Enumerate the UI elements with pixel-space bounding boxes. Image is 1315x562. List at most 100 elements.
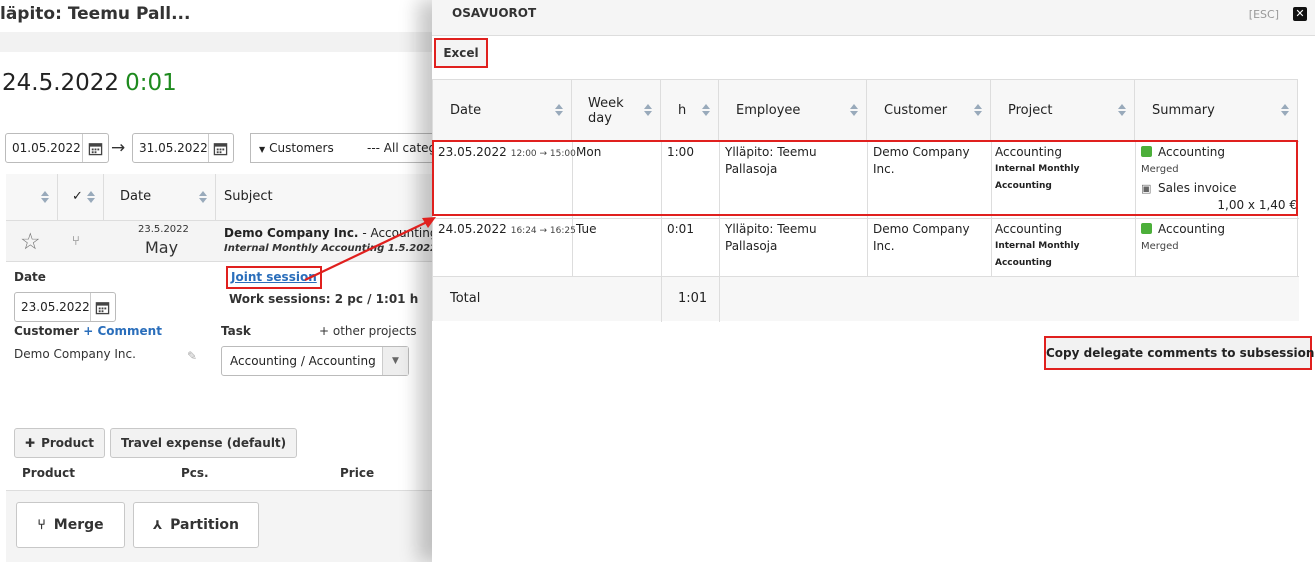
calendar-icon[interactable] <box>89 293 115 321</box>
sort-icon <box>199 191 207 203</box>
row1-summary-task: Accounting <box>1158 145 1226 159</box>
date-input-value: 23.05.2022 <box>21 300 90 314</box>
partition-icon: ⅄ <box>153 518 163 532</box>
col-header-date[interactable]: Date <box>433 80 572 141</box>
row1-project-sub: Internal Monthly Accounting <box>995 164 1080 191</box>
sort-icon <box>1281 104 1289 116</box>
task-select-value: Accounting / Accounting <box>230 354 376 368</box>
divider <box>433 276 1299 277</box>
total-value: 1:01 <box>678 291 708 306</box>
row1-weekday: Mon <box>576 145 602 159</box>
filter-start-date[interactable]: 01.05.2022 <box>5 133 109 163</box>
row2-project: Accounting Internal Monthly Accounting <box>995 221 1130 272</box>
add-product-button[interactable]: ✚ Product <box>14 428 106 458</box>
row2-project-name: Accounting <box>995 222 1063 236</box>
divider <box>867 141 868 276</box>
col-header-date[interactable]: Date <box>104 174 216 220</box>
star-icon[interactable]: ☆ <box>20 229 41 255</box>
row-subject: Demo Company Inc. - Accounting <box>224 226 437 240</box>
sort-icon <box>702 104 710 116</box>
calendar-icon[interactable] <box>207 134 233 162</box>
divider <box>719 141 720 322</box>
row1-project-name: Accounting <box>995 145 1063 159</box>
row-subject-company: Demo Company Inc. <box>224 226 359 240</box>
col-header-weekday[interactable]: Week day <box>572 80 661 141</box>
work-sessions-summary: Work sessions: 2 pc / 1:01 h <box>229 292 419 306</box>
day-duration: 0:01 <box>125 70 177 96</box>
col-header-subject[interactable]: Subject <box>216 174 440 220</box>
other-projects-link[interactable]: + other projects <box>319 324 417 338</box>
add-product-label: Product <box>41 436 95 450</box>
filter-end-date[interactable]: 31.05.2022 <box>132 133 234 163</box>
add-comment-link[interactable]: + Comment <box>83 324 162 338</box>
task-select[interactable]: Accounting / Accounting ▼ <box>221 346 409 376</box>
close-icon[interactable]: ✕ <box>1293 7 1307 21</box>
excel-button[interactable]: Excel <box>434 38 488 68</box>
row1-employee: Ylläpito: Teemu Pallasoja <box>725 145 817 176</box>
row2-project-sub: Internal Monthly Accounting <box>995 241 1080 268</box>
divider <box>661 141 662 322</box>
filter-end-value: 31.05.2022 <box>139 141 208 155</box>
col-header-star[interactable] <box>6 174 58 220</box>
row1-summary-invoice: Sales invoice <box>1158 181 1237 195</box>
sort-icon <box>1118 104 1126 116</box>
travel-expense-button[interactable]: Travel expense (default) <box>110 428 298 458</box>
merge-button[interactable]: ⑂ Merge <box>16 502 125 548</box>
divider <box>991 141 992 276</box>
customer-link[interactable]: Demo Company Inc. <box>14 347 136 361</box>
col-header-check[interactable]: ✓ <box>58 174 104 220</box>
sort-icon <box>974 104 982 116</box>
filter-start-value: 01.05.2022 <box>12 141 81 155</box>
customers-select[interactable]: ▼ Customers <box>250 133 360 163</box>
col-header-hours[interactable]: h <box>661 80 719 141</box>
page-title: läpito: Teemu Pall... <box>0 4 191 24</box>
header-label: Date <box>450 103 482 118</box>
pcs-col-header: Pcs. <box>181 466 209 480</box>
sort-icon <box>644 104 652 116</box>
plus-icon: ✚ <box>25 436 36 450</box>
caret-down-icon: ▼ <box>259 145 266 154</box>
calendar-icon[interactable] <box>82 134 108 162</box>
background-page: läpito: Teemu Pall... 24.5.2022 0:01 01.0… <box>0 0 440 562</box>
product-col-header: Product <box>22 466 75 480</box>
row1-date: 23.05.2022 12:00 → 15:00 <box>438 144 576 163</box>
col-header-employee[interactable]: Employee <box>719 80 867 141</box>
row1-project: Accounting Internal Monthly Accounting <box>995 144 1130 195</box>
customer-label-group: Customer + Comment <box>14 324 162 338</box>
total-row <box>433 276 1299 321</box>
col-header-project[interactable]: Project <box>991 80 1135 141</box>
sort-icon <box>87 191 95 203</box>
row-subject-rest: - Accounting <box>358 226 438 240</box>
task-color-square <box>1141 223 1152 234</box>
row2-weekday: Tue <box>576 222 597 236</box>
customers-select-label: Customers <box>269 141 334 155</box>
joint-session-link[interactable]: Joint session <box>226 266 322 289</box>
row-date: 23.5.2022 <box>138 224 189 235</box>
date-input[interactable]: 23.05.2022 <box>14 292 116 322</box>
total-label: Total <box>450 291 481 306</box>
modal-title: OSAVUOROT <box>452 6 537 20</box>
row1-summary: Accounting Merged ▣ Sales invoice 1,00 x … <box>1141 144 1297 214</box>
header-label: Summary <box>1152 103 1215 118</box>
subsessions-modal: OSAVUOROT [ESC] ✕ Excel Date Week day h … <box>432 0 1315 562</box>
row2-time: 16:24 → 16:25 <box>510 226 576 236</box>
row2-hours: 0:01 <box>667 222 694 236</box>
col-header-customer[interactable]: Customer <box>867 80 991 141</box>
col-header-summary[interactable]: Summary <box>1135 80 1297 141</box>
row2-summary-task: Accounting <box>1158 222 1226 236</box>
divider <box>1135 141 1136 276</box>
row2-summary-status: Merged <box>1141 241 1179 252</box>
header-band <box>0 32 440 52</box>
row1-date-value: 23.05.2022 <box>438 145 507 159</box>
header-label: h <box>678 103 687 118</box>
divider <box>433 141 1299 142</box>
category-select[interactable]: --- All categ <box>359 133 440 163</box>
caret-down-icon: ▼ <box>382 347 408 375</box>
edit-icon[interactable]: ✎ <box>187 349 197 363</box>
check-header-label: ✓ <box>72 189 83 204</box>
price-col-header: Price <box>340 466 375 480</box>
subject-header-label: Subject <box>224 189 273 204</box>
partition-button[interactable]: ⅄ Partition <box>133 502 259 548</box>
esc-hint: [ESC] <box>1248 8 1279 21</box>
copy-delegate-comments-button[interactable]: Copy delegate comments to subsessions <box>1044 336 1315 370</box>
